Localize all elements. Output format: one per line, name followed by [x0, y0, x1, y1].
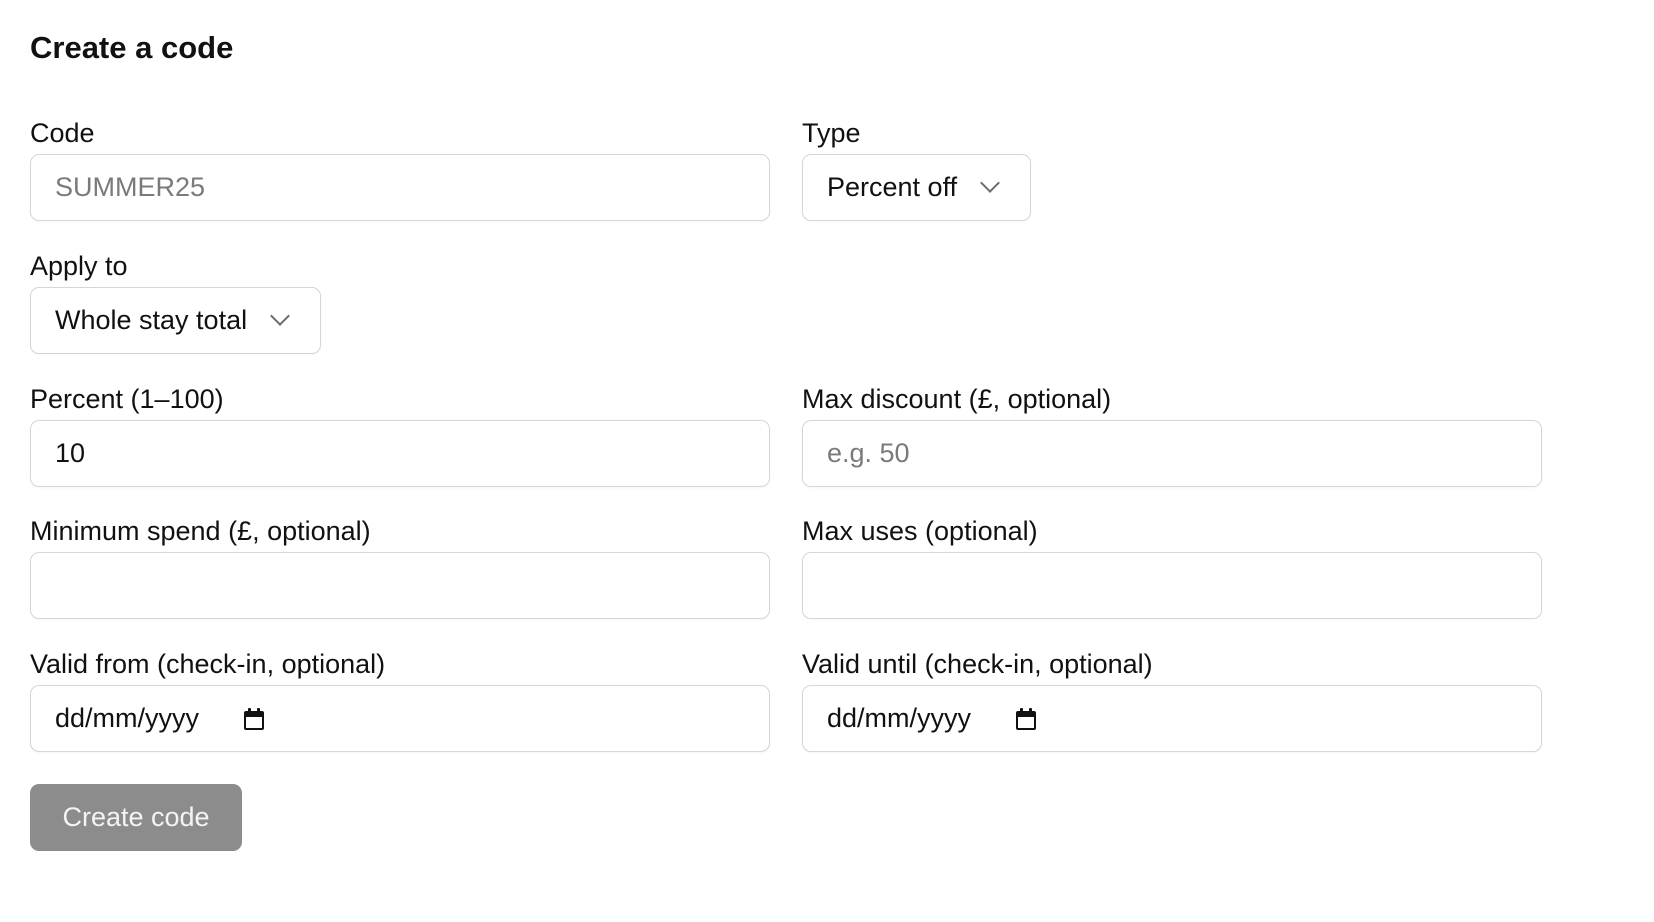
page-title: Create a code: [30, 30, 234, 65]
apply-to-select[interactable]: Whole stay total: [30, 287, 321, 354]
percent-label: Percent (1–100): [30, 384, 224, 414]
type-selected-value: Percent off: [827, 172, 958, 202]
minimum-spend-input[interactable]: [30, 552, 770, 619]
type-label: Type: [802, 118, 861, 148]
valid-until-date-input[interactable]: dd/mm/yyyy: [802, 685, 1542, 752]
valid-until-label: Valid until (check-in, optional): [802, 649, 1153, 679]
calendar-icon[interactable]: [244, 707, 265, 730]
chevron-down-icon: [270, 305, 290, 326]
percent-value: 10: [55, 438, 86, 468]
max-discount-placeholder: e.g. 50: [827, 438, 910, 468]
valid-from-date-format: dd/mm/yyyy: [55, 703, 200, 733]
valid-from-date-input[interactable]: dd/mm/yyyy: [30, 685, 770, 752]
max-discount-label: Max discount (£, optional): [802, 384, 1112, 414]
percent-input[interactable]: 10: [30, 420, 770, 487]
chevron-down-icon: [980, 172, 1000, 193]
apply-to-selected-value: Whole stay total: [55, 305, 248, 335]
calendar-icon[interactable]: [1016, 707, 1037, 730]
code-placeholder: SUMMER25: [55, 172, 206, 202]
apply-to-label: Apply to: [30, 251, 128, 281]
type-select[interactable]: Percent off: [802, 154, 1031, 221]
code-label: Code: [30, 118, 95, 148]
create-code-button[interactable]: Create code: [30, 784, 242, 851]
code-input[interactable]: SUMMER25: [30, 154, 770, 221]
max-discount-input[interactable]: e.g. 50: [802, 420, 1542, 487]
valid-until-date-format: dd/mm/yyyy: [827, 703, 972, 733]
minimum-spend-label: Minimum spend (£, optional): [30, 516, 371, 546]
valid-from-label: Valid from (check-in, optional): [30, 649, 386, 679]
max-uses-label: Max uses (optional): [802, 516, 1038, 546]
max-uses-input[interactable]: [802, 552, 1542, 619]
